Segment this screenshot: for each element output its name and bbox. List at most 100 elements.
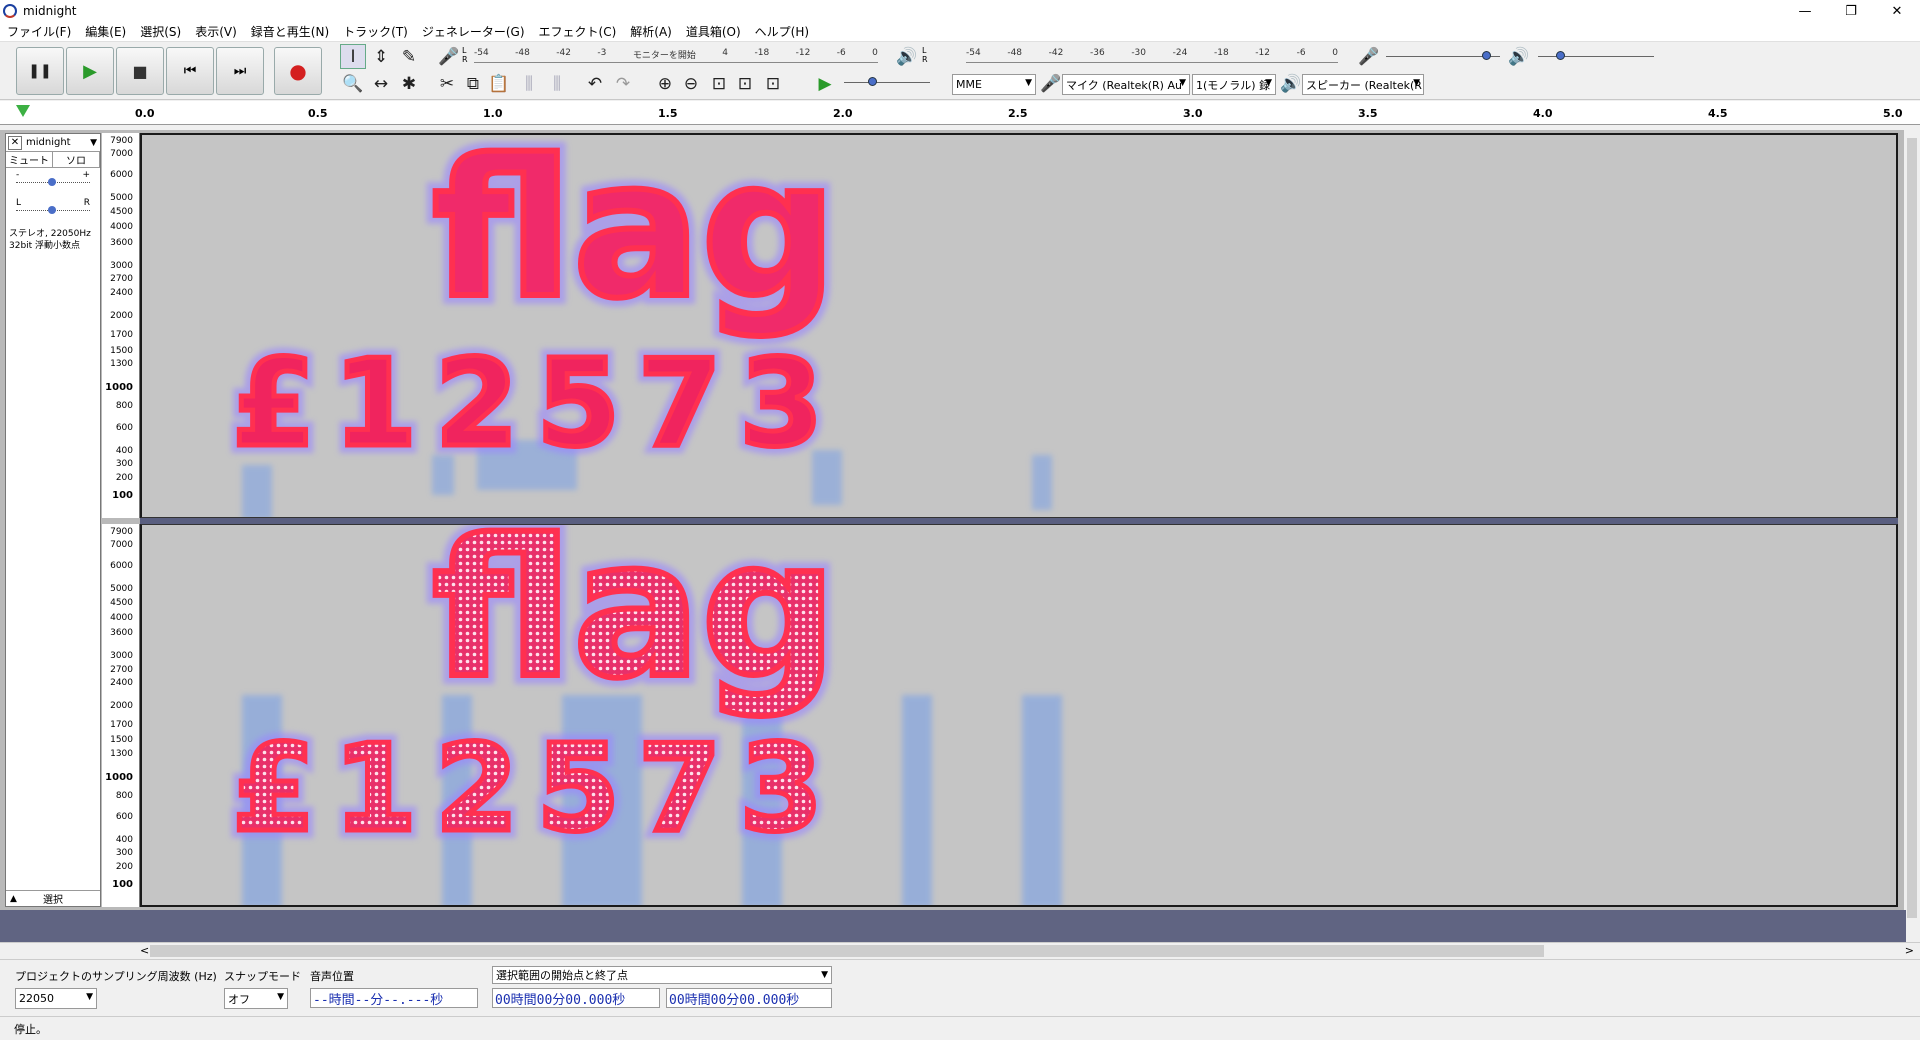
cut-button[interactable]: ✂ (434, 71, 460, 96)
recording-device-select[interactable]: マイク (Realtek(R) Au ▼ (1062, 74, 1190, 95)
spectrogram-right-channel[interactable]: flag flag £12573 £12573 (140, 524, 1898, 907)
spectrogram-left-canvas: flag flag £12573 £12573 (224, 135, 1052, 517)
input-device-mic-icon: 🎤 (1040, 73, 1062, 94)
audio-position-label: 音声位置 (310, 970, 354, 983)
selection-mode-select[interactable]: 選択範囲の開始点と終了点 ▼ (492, 966, 832, 984)
menu-view[interactable]: 表示(V) (188, 23, 244, 40)
skip-to-start-button[interactable]: ⏮ (166, 47, 214, 95)
output-device-speaker-icon: 🔊 (1280, 73, 1302, 94)
play-tick: -24 (1172, 48, 1188, 58)
frequency-tick-label: 1300 (110, 748, 133, 759)
scroll-left-icon[interactable]: < (140, 944, 149, 957)
status-bar: 停止。 (0, 1016, 1920, 1040)
selection-tool[interactable]: I (340, 44, 366, 69)
playback-meter[interactable]: -54 -48 -42 -36 -30 -24 -18 -12 -6 0 (966, 46, 1338, 66)
restore-button[interactable]: ❐ (1828, 0, 1874, 22)
vertical-scroll-thumb[interactable] (1907, 138, 1917, 918)
ruler-tick: 0.5 (308, 107, 328, 120)
play-tick: -18 (1213, 48, 1229, 58)
pan-slider[interactable]: L R (6, 196, 100, 224)
fit-selection-button[interactable]: ⊡ (706, 71, 732, 96)
record-meter-lr: L R (462, 46, 468, 64)
minimize-button[interactable]: — (1782, 0, 1828, 22)
menu-tools[interactable]: 道具箱(O) (679, 23, 748, 40)
chevron-down-icon[interactable]: ▼ (90, 138, 97, 148)
record-button[interactable]: ● (274, 47, 322, 95)
play-speed-slider[interactable] (844, 72, 930, 92)
frequency-tick-label: 4000 (110, 222, 133, 233)
record-meter[interactable]: -54 -48 -42 -3 モニターを開始 4 -18 -12 -6 0 (474, 46, 878, 66)
menu-analyze[interactable]: 解析(A) (623, 23, 679, 40)
close-track-icon[interactable]: ✕ (8, 135, 22, 150)
record-icon: ● (289, 59, 307, 83)
horizontal-scrollbar[interactable]: < > (0, 942, 1920, 959)
play-at-speed-button[interactable]: ▶ (812, 71, 838, 96)
trim-button[interactable]: ⫼ (516, 71, 542, 96)
frequency-tick-label: 3000 (110, 651, 133, 662)
frequency-tick-label: 2400 (110, 287, 133, 298)
selection-end-field[interactable]: 00時間00分00.000秒 (666, 988, 832, 1008)
menu-file[interactable]: ファイル(F) (0, 23, 78, 40)
audio-host-select[interactable]: MME ▼ (952, 74, 1036, 95)
silence-button[interactable]: ⫼ (544, 71, 570, 96)
frequency-scale-left[interactable]: 7900 7000 6000 5000 4500 4000 3600 3000 2700 2400… (102, 133, 140, 518)
track-name-menu[interactable]: midnight (26, 137, 90, 148)
frequency-tick-label: 800 (115, 790, 133, 801)
playback-speaker-icon[interactable]: 🔊 (894, 44, 920, 69)
draw-tool[interactable]: ✎ (396, 44, 422, 69)
zoom-tool[interactable]: 🔍 (340, 71, 366, 96)
gain-slider[interactable]: - + (6, 168, 100, 196)
zoom-toggle-button[interactable]: ⊡ (760, 71, 786, 96)
skip-to-end-button[interactable]: ⏭ (216, 47, 264, 95)
monitor-start-label[interactable]: モニターを開始 (633, 48, 696, 61)
multi-tool[interactable]: ✱ (396, 71, 422, 96)
menu-edit[interactable]: 編集(E) (78, 23, 133, 40)
fit-project-button[interactable]: ⊡ (732, 71, 758, 96)
track-sample-format: 32bit 浮動小数点 (9, 241, 81, 251)
envelope-tool[interactable]: ⇕ (368, 44, 394, 69)
audio-position-field[interactable]: --時間--分--.---秒 (310, 988, 478, 1008)
record-volume-slider[interactable] (1386, 46, 1500, 66)
frequency-scale-right[interactable]: 7900 7000 6000 5000 4500 4000 3600 3000 2700 2400… (102, 524, 140, 907)
menu-effect[interactable]: エフェクト(C) (532, 23, 624, 40)
menu-select[interactable]: 選択(S) (133, 23, 188, 40)
scroll-right-icon[interactable]: > (1905, 944, 1914, 957)
undo-button[interactable]: ↶ (582, 71, 608, 96)
redo-button[interactable]: ↷ (610, 71, 636, 96)
play-tick: -54 (966, 48, 981, 58)
menu-transport[interactable]: 録音と再生(N) (244, 23, 336, 40)
stop-button[interactable]: ■ (116, 47, 164, 95)
menu-generate[interactable]: ジェネレーター(G) (415, 23, 532, 40)
zoom-in-button[interactable]: ⊕ (652, 71, 678, 96)
collapse-track-icon[interactable]: ▲ (10, 894, 17, 904)
snap-mode-select[interactable]: オフ ▼ (224, 988, 288, 1009)
record-meter-mic-icon[interactable]: 🎤 (436, 44, 462, 69)
playback-device-select[interactable]: スピーカー (Realtek(R ▼ (1302, 74, 1424, 95)
track-select-button[interactable]: ▲ 選択 (6, 890, 100, 906)
vertical-scrollbar[interactable] (1904, 130, 1920, 942)
ruler-tick: 2.0 (833, 107, 853, 120)
pause-button[interactable]: ❚❚ (16, 47, 64, 95)
time-shift-tool[interactable]: ↔ (368, 71, 394, 96)
play-button[interactable]: ▶ (66, 47, 114, 95)
project-rate-select[interactable]: 22050 ▼ (15, 988, 97, 1009)
selection-start-field[interactable]: 00時間00分00.000秒 (492, 988, 660, 1008)
rec-tick: -3 (597, 48, 607, 58)
recording-channels-select[interactable]: 1(モノラル) 録 ▼ (1192, 74, 1276, 95)
playback-volume-slider[interactable] (1538, 46, 1654, 66)
paste-button[interactable]: 📋 (486, 71, 512, 96)
play-head-marker-icon[interactable] (16, 105, 30, 117)
mute-button[interactable]: ミュート (6, 152, 53, 167)
horizontal-scroll-thumb[interactable] (150, 945, 1544, 957)
zoom-out-button[interactable]: ⊖ (678, 71, 704, 96)
project-rate-value: 22050 (19, 992, 54, 1005)
spectrogram-left-channel[interactable]: flag flag £12573 £12573 (140, 133, 1898, 518)
menu-help[interactable]: ヘルプ(H) (748, 23, 816, 40)
timeline-ruler[interactable]: 0.0 0.5 1.0 1.5 2.0 2.5 3.0 3.5 4.0 4.5 … (0, 101, 1920, 125)
close-button[interactable]: ✕ (1874, 0, 1920, 22)
menu-tracks[interactable]: トラック(T) (336, 23, 415, 40)
play-tick: -12 (1255, 48, 1270, 58)
solo-button[interactable]: ソロ (53, 152, 100, 167)
copy-button[interactable]: ⧉ (460, 71, 486, 96)
play-tick: -36 (1089, 48, 1105, 58)
